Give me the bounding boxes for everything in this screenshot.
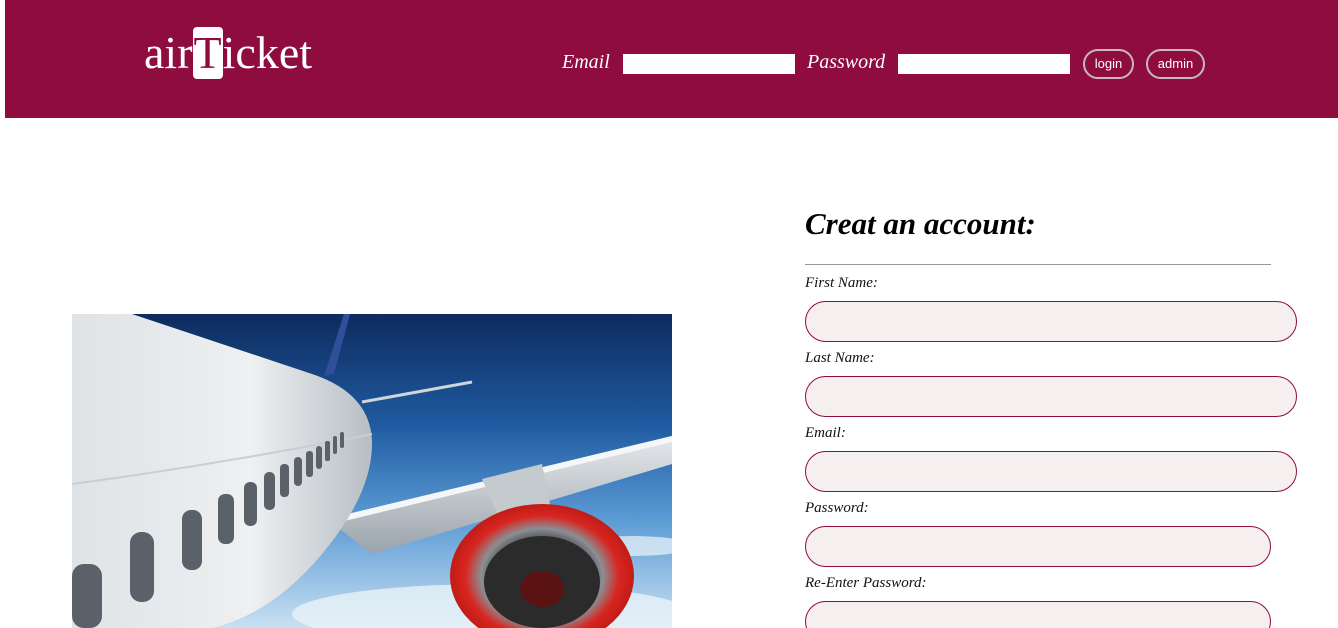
email-field[interactable] (805, 451, 1297, 492)
logo-prefix: air (144, 27, 193, 78)
header-email-input[interactable] (623, 54, 795, 74)
logo-boxed-letter: T (192, 27, 223, 79)
last-name-label: Last Name: (805, 350, 875, 366)
re-enter-password-label: Re-Enter Password: (805, 575, 927, 591)
form-divider (805, 264, 1271, 265)
first-name-input[interactable] (805, 301, 1297, 342)
admin-button[interactable]: admin (1146, 49, 1205, 79)
header-password-label: Password (807, 51, 886, 73)
form-title: Creat an account: (805, 206, 1036, 241)
password-field[interactable] (805, 526, 1271, 567)
airticket-logo[interactable]: airTicket (144, 27, 312, 79)
logo-suffix: icket (222, 27, 313, 78)
login-button[interactable]: login (1083, 49, 1134, 79)
header-password-input[interactable] (898, 54, 1070, 74)
re-enter-password-field[interactable] (805, 601, 1271, 628)
first-name-label: First Name: (805, 275, 878, 291)
header-email-label: Email (562, 51, 610, 73)
airplane-wing-photo (72, 314, 672, 628)
email-label: Email: (805, 425, 846, 441)
last-name-input[interactable] (805, 376, 1297, 417)
header-bar: airTicket Email Password login admin (5, 0, 1338, 118)
password-label: Password: (805, 500, 869, 516)
